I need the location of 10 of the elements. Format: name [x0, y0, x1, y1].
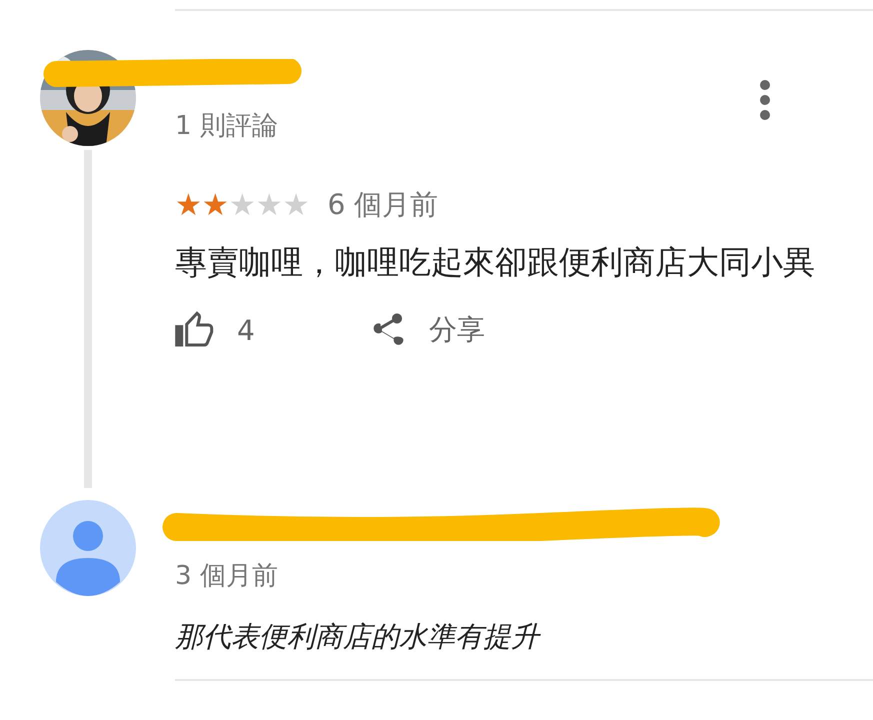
share-button[interactable]: 分享	[366, 310, 485, 350]
star-rating: ★★★★★	[175, 188, 310, 222]
reply-text: 那代表便利商店的水準有提升	[175, 619, 542, 655]
reply-time: 3 個月前	[175, 560, 279, 593]
more-icon[interactable]	[759, 80, 771, 120]
review-count: 1 則評論	[175, 110, 279, 143]
like-button[interactable]: 4	[175, 310, 255, 350]
review-text: 專賣咖哩，咖哩吃起來卻跟便利商店大同小異	[175, 242, 816, 283]
avatar-icon	[40, 500, 136, 596]
review-time: 6 個月前	[328, 187, 438, 223]
